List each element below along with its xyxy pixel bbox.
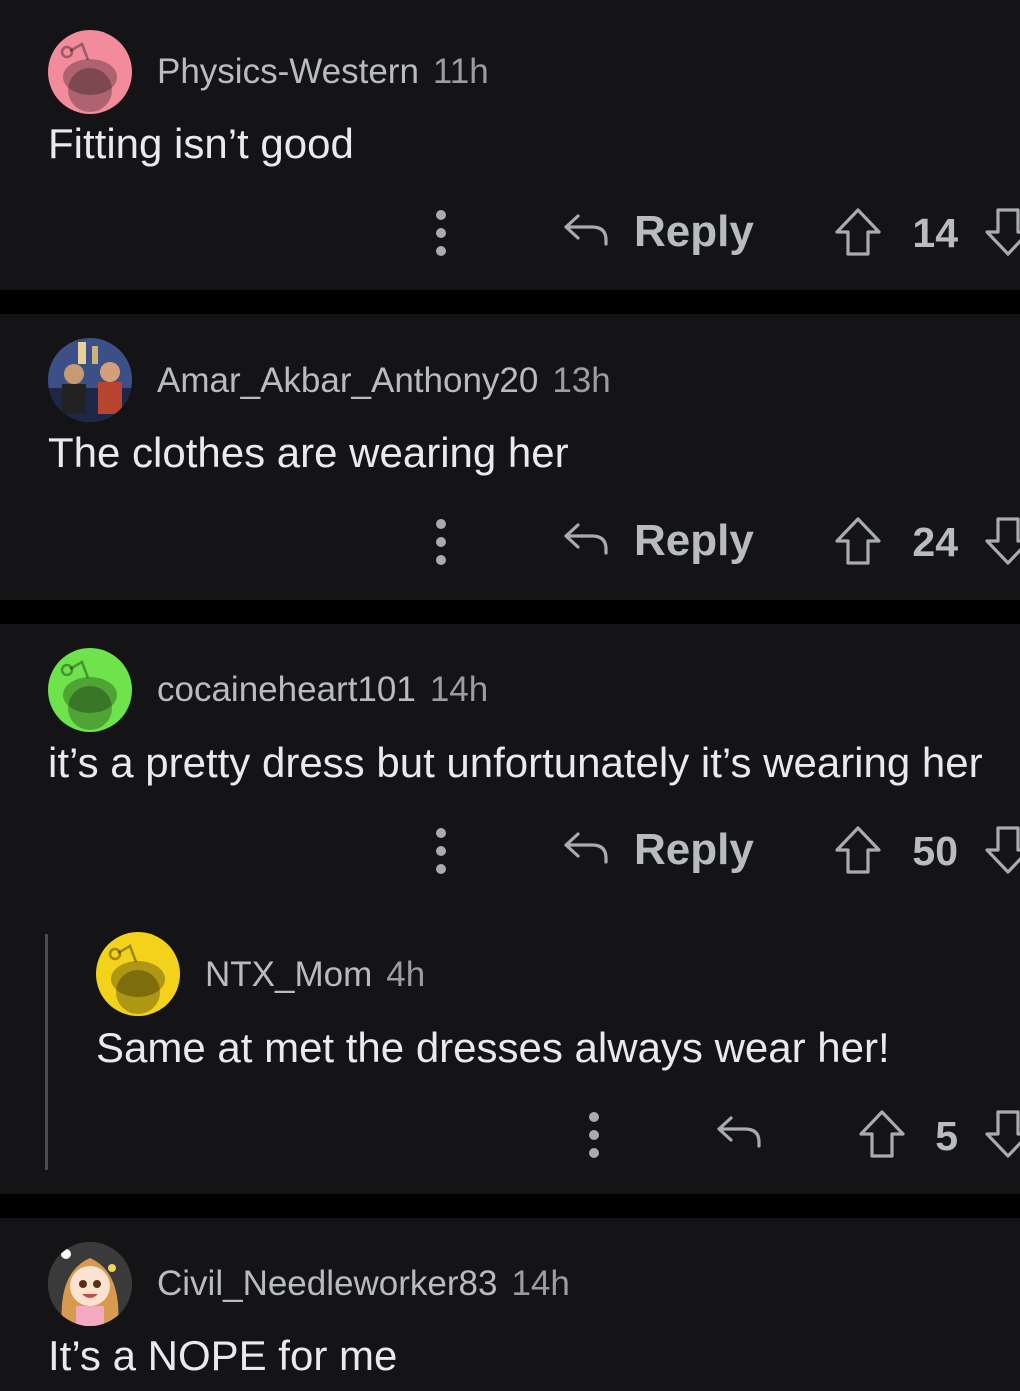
avatar[interactable]	[48, 30, 132, 114]
avatar[interactable]	[96, 932, 180, 1016]
comment-card: Civil_Needleworker83 14h It’s a NOPE for …	[0, 1218, 1020, 1391]
avatar[interactable]	[48, 338, 132, 422]
comment-text: Fitting isn’t good	[48, 120, 354, 167]
avatar-cartoon	[48, 1242, 132, 1326]
more-vertical-icon[interactable]	[435, 210, 447, 256]
reply-button[interactable]: Reply	[634, 516, 754, 566]
comment-age: 13h	[552, 361, 611, 400]
upvote-arrow-icon[interactable]	[834, 824, 882, 876]
reply-arrow-icon[interactable]	[562, 828, 610, 868]
reply-arrow-icon[interactable]	[715, 1112, 763, 1152]
comment-card: cocaineheart101 14h it’s a pretty dress b…	[0, 624, 1020, 1194]
comment-author[interactable]: Physics-Western 11h	[157, 52, 489, 92]
reply-arrow-icon[interactable]	[562, 210, 610, 250]
more-vertical-icon[interactable]	[435, 828, 447, 874]
downvote-arrow-icon[interactable]	[984, 206, 1020, 258]
comment-age: 14h	[429, 670, 489, 709]
avatar[interactable]	[48, 648, 132, 732]
username[interactable]: NTX_Mom	[205, 955, 372, 994]
comment-text: It’s a NOPE for me	[48, 1332, 398, 1379]
vote-score: 24	[912, 519, 958, 565]
comment-author[interactable]: Amar_Akbar_Anthony20 13h	[157, 361, 611, 401]
avatar[interactable]	[48, 1242, 132, 1326]
more-vertical-icon[interactable]	[435, 519, 447, 565]
upvote-arrow-icon[interactable]	[834, 515, 882, 567]
comment-text: it’s a pretty dress but unfortunately it…	[48, 739, 983, 786]
reply-button[interactable]: Reply	[634, 207, 754, 257]
upvote-arrow-icon[interactable]	[834, 206, 882, 258]
downvote-arrow-icon[interactable]	[984, 1108, 1020, 1160]
vote-score: 50	[912, 828, 958, 874]
comment-author[interactable]: NTX_Mom 4h	[205, 955, 425, 995]
vote-score: 14	[912, 210, 958, 256]
comment-card: Physics-Western 11h Fitting isn’t good Re…	[0, 0, 1020, 290]
comment-age: 14h	[511, 1264, 570, 1303]
more-vertical-icon[interactable]	[588, 1112, 600, 1158]
username[interactable]: Amar_Akbar_Anthony20	[157, 361, 538, 400]
avatar-photo	[48, 338, 132, 422]
comment-card: Amar_Akbar_Anthony20 13h The clothes are …	[0, 314, 1020, 600]
vote-score: 5	[935, 1113, 958, 1159]
comment-author[interactable]: Civil_Needleworker83 14h	[157, 1264, 570, 1304]
username[interactable]: cocaineheart101	[157, 670, 416, 709]
comment-age: 11h	[432, 52, 489, 91]
comment-text: Same at met the dresses always wear her!	[96, 1024, 890, 1071]
comment-author[interactable]: cocaineheart101 14h	[157, 670, 488, 710]
username[interactable]: Physics-Western	[157, 52, 419, 91]
comment-text: The clothes are wearing her	[48, 429, 569, 476]
reply-arrow-icon[interactable]	[562, 519, 610, 559]
thread-line[interactable]	[45, 934, 48, 1170]
downvote-arrow-icon[interactable]	[984, 824, 1020, 876]
reply-button[interactable]: Reply	[634, 825, 754, 875]
username[interactable]: Civil_Needleworker83	[157, 1264, 497, 1303]
comment-age: 4h	[386, 955, 426, 994]
downvote-arrow-icon[interactable]	[984, 515, 1020, 567]
